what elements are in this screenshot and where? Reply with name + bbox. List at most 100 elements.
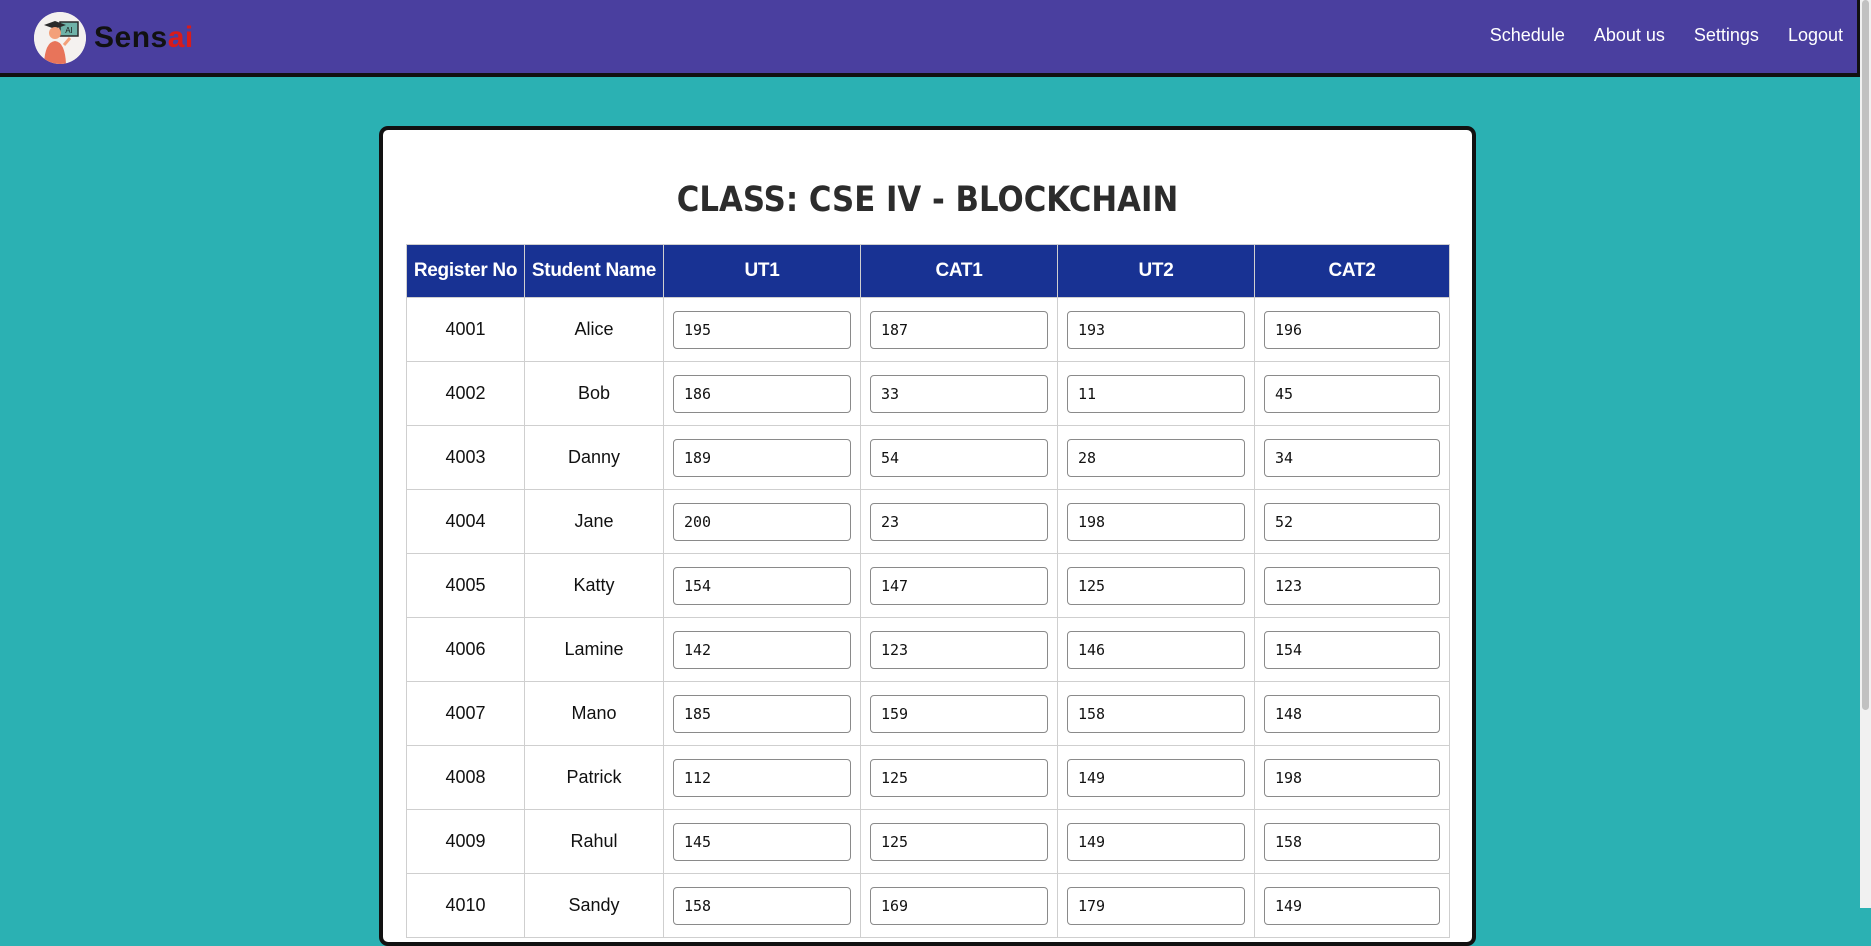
brand-name-accent: ai — [167, 21, 194, 54]
cat2-mark-input[interactable] — [1264, 566, 1440, 605]
brand-name-main: Sens — [94, 21, 168, 54]
ut1-mark-input[interactable] — [673, 502, 851, 541]
ut2-mark-input[interactable] — [1067, 822, 1245, 861]
cat1-mark-input[interactable] — [870, 310, 1048, 349]
register-no-cell: 4006 — [406, 617, 525, 682]
cat1-cell — [860, 553, 1058, 618]
table-row: 4009 Rahul — [406, 809, 1450, 874]
table-header-row: Register No Student Name UT1 CAT1 UT2 CA… — [406, 244, 1450, 298]
brand-name: Sensai — [94, 21, 194, 55]
ut1-cell — [663, 873, 861, 938]
ut2-mark-input[interactable] — [1067, 310, 1245, 349]
cat2-mark-input[interactable] — [1264, 374, 1440, 413]
cat1-cell — [860, 745, 1058, 810]
cat1-mark-input[interactable] — [870, 374, 1048, 413]
ut2-cell — [1057, 425, 1255, 490]
nav-links: Schedule About us Settings Logout — [1461, 25, 1843, 46]
student-name-cell: Lamine — [524, 617, 664, 682]
cat1-cell — [860, 681, 1058, 746]
cat1-mark-input[interactable] — [870, 694, 1048, 733]
nav-settings-link[interactable]: Settings — [1694, 25, 1759, 46]
register-no-cell: 4002 — [406, 361, 525, 426]
teacher-avatar-logo-icon: AI — [34, 12, 86, 64]
ut2-mark-input[interactable] — [1067, 502, 1245, 541]
ut1-mark-input[interactable] — [673, 886, 851, 925]
ut1-mark-input[interactable] — [673, 566, 851, 605]
cat1-mark-input[interactable] — [870, 566, 1048, 605]
ut1-mark-input[interactable] — [673, 630, 851, 669]
table-row: 4003 Danny — [406, 425, 1450, 490]
marks-card: CLASS: CSE IV - BLOCKCHAIN Register No S… — [379, 126, 1476, 946]
ut2-cell — [1057, 297, 1255, 362]
ut1-cell — [663, 617, 861, 682]
register-no-cell: 4001 — [406, 297, 525, 362]
cat2-cell — [1254, 681, 1450, 746]
cat1-mark-input[interactable] — [870, 886, 1048, 925]
page-scrollbar[interactable] — [1860, 0, 1871, 908]
nav-about-us-link[interactable]: About us — [1594, 25, 1665, 46]
cat1-cell — [860, 361, 1058, 426]
cat2-mark-input[interactable] — [1264, 630, 1440, 669]
ut2-cell — [1057, 617, 1255, 682]
ut2-mark-input[interactable] — [1067, 438, 1245, 477]
ut1-mark-input[interactable] — [673, 758, 851, 797]
cat2-mark-input[interactable] — [1264, 822, 1440, 861]
cat2-mark-input[interactable] — [1264, 310, 1440, 349]
ut1-cell — [663, 297, 861, 362]
ut2-mark-input[interactable] — [1067, 630, 1245, 669]
ut2-mark-input[interactable] — [1067, 758, 1245, 797]
cat1-mark-input[interactable] — [870, 502, 1048, 541]
ut2-cell — [1057, 873, 1255, 938]
column-header-ut1: UT1 — [663, 244, 861, 298]
cat2-mark-input[interactable] — [1264, 886, 1440, 925]
cat1-cell — [860, 873, 1058, 938]
student-name-cell: Katty — [524, 553, 664, 618]
brand[interactable]: AI Sensai — [34, 12, 194, 64]
ut1-cell — [663, 361, 861, 426]
cat2-mark-input[interactable] — [1264, 502, 1440, 541]
page-title: CLASS: CSE IV - BLOCKCHAIN — [676, 180, 1179, 220]
register-no-cell: 4004 — [406, 489, 525, 554]
ut1-cell — [663, 745, 861, 810]
column-header-cat2: CAT2 — [1254, 244, 1450, 298]
column-header-student-name: Student Name — [524, 244, 664, 298]
cat2-cell — [1254, 489, 1450, 554]
table-row: 4007 Mano — [406, 681, 1450, 746]
cat2-mark-input[interactable] — [1264, 758, 1440, 797]
cat1-mark-input[interactable] — [870, 438, 1048, 477]
nav-schedule-link[interactable]: Schedule — [1490, 25, 1565, 46]
student-name-cell: Sandy — [524, 873, 664, 938]
cat1-cell — [860, 489, 1058, 554]
cat1-mark-input[interactable] — [870, 630, 1048, 669]
ut2-mark-input[interactable] — [1067, 374, 1245, 413]
ut1-mark-input[interactable] — [673, 694, 851, 733]
column-header-cat1: CAT1 — [860, 244, 1058, 298]
top-navbar: AI Sensai Schedule About us Settings Log… — [0, 0, 1860, 77]
cat1-mark-input[interactable] — [870, 822, 1048, 861]
ut1-cell — [663, 809, 861, 874]
register-no-cell: 4003 — [406, 425, 525, 490]
cat2-mark-input[interactable] — [1264, 694, 1440, 733]
cat2-cell — [1254, 809, 1450, 874]
scrollbar-thumb[interactable] — [1862, 0, 1869, 710]
ut1-mark-input[interactable] — [673, 310, 851, 349]
cat1-mark-input[interactable] — [870, 758, 1048, 797]
ut1-mark-input[interactable] — [673, 822, 851, 861]
ut2-mark-input[interactable] — [1067, 886, 1245, 925]
table-row: 4006 Lamine — [406, 617, 1450, 682]
cat2-mark-input[interactable] — [1264, 438, 1440, 477]
student-name-cell: Bob — [524, 361, 664, 426]
ut1-mark-input[interactable] — [673, 438, 851, 477]
ut2-cell — [1057, 361, 1255, 426]
logo-badge-text: AI — [65, 26, 73, 35]
ut2-mark-input[interactable] — [1067, 566, 1245, 605]
nav-logout-link[interactable]: Logout — [1788, 25, 1843, 46]
cat1-cell — [860, 617, 1058, 682]
marks-table: Register No Student Name UT1 CAT1 UT2 CA… — [406, 244, 1450, 938]
table-row: 4002 Bob — [406, 361, 1450, 426]
ut2-mark-input[interactable] — [1067, 694, 1245, 733]
student-name-cell: Danny — [524, 425, 664, 490]
ut1-mark-input[interactable] — [673, 374, 851, 413]
cat1-cell — [860, 425, 1058, 490]
ut1-cell — [663, 425, 861, 490]
